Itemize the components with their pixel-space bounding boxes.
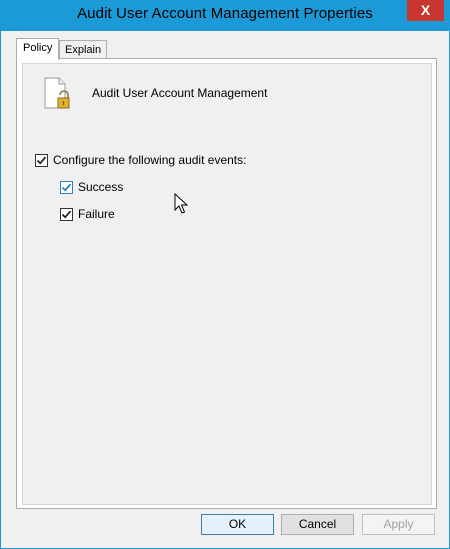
properties-dialog: Audit User Account Management Properties… bbox=[0, 0, 450, 549]
success-checkbox[interactable]: Success bbox=[60, 179, 123, 195]
policy-document-lock-icon bbox=[44, 77, 70, 109]
close-button[interactable]: X bbox=[407, 0, 444, 21]
window-title: Audit User Account Management Properties bbox=[77, 5, 373, 22]
checkmark-icon bbox=[36, 156, 47, 165]
success-label: Success bbox=[78, 180, 124, 194]
ok-button[interactable]: OK bbox=[201, 514, 274, 535]
checkbox-box[interactable] bbox=[60, 180, 73, 194]
failure-label: Failure bbox=[78, 207, 115, 221]
checkmark-icon bbox=[61, 183, 72, 192]
apply-button[interactable]: Apply bbox=[362, 514, 435, 535]
policy-tab-panel: Audit User Account Management Configure … bbox=[16, 58, 437, 509]
mouse-pointer-icon bbox=[174, 193, 188, 214]
checkbox-box[interactable] bbox=[60, 207, 73, 221]
title-bar: Audit User Account Management Properties… bbox=[1, 0, 449, 31]
configure-audit-label: Configure the following audit events: bbox=[53, 153, 247, 167]
failure-checkbox[interactable]: Failure bbox=[60, 206, 115, 222]
tab-explain[interactable]: Explain bbox=[59, 40, 108, 59]
cancel-button[interactable]: Cancel bbox=[281, 514, 354, 535]
checkmark-icon bbox=[61, 210, 72, 219]
policy-name: Audit User Account Management bbox=[92, 86, 268, 100]
tab-policy[interactable]: Policy bbox=[16, 38, 60, 60]
policy-content: Audit User Account Management Configure … bbox=[22, 63, 432, 505]
checkbox-box[interactable] bbox=[35, 153, 48, 167]
configure-audit-checkbox[interactable]: Configure the following audit events: bbox=[35, 152, 246, 168]
